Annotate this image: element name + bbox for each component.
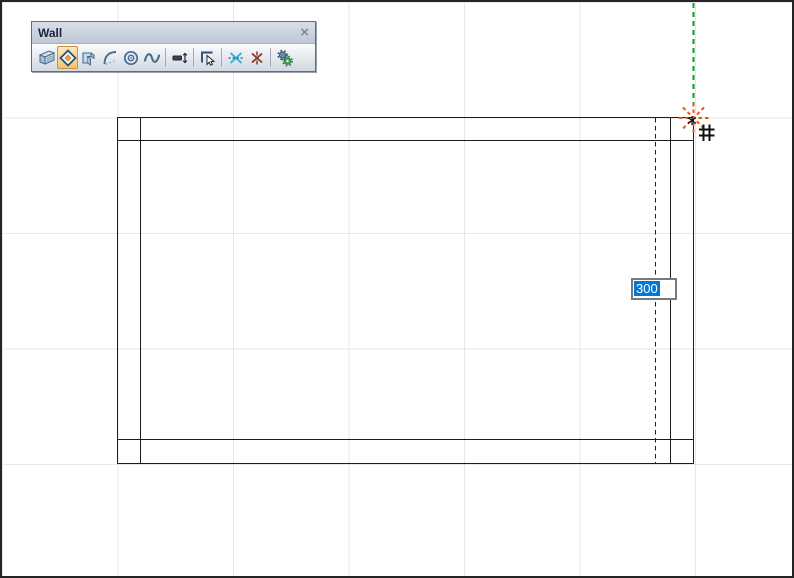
toolbar-separator	[221, 48, 222, 67]
reference-line-button[interactable]	[197, 46, 218, 69]
corner-wall-icon	[81, 51, 94, 66]
snap-intersection-icon	[228, 51, 243, 64]
spline-wall-icon	[143, 52, 160, 63]
length-input-selected-text: 300	[634, 281, 660, 296]
length-input[interactable]: 300	[631, 278, 677, 300]
curved-wall-button[interactable]	[99, 46, 120, 69]
gear-icon	[276, 49, 293, 66]
corner-wall-button[interactable]	[78, 46, 99, 69]
wall-toolbar-titlebar[interactable]: Wall ×	[32, 22, 315, 44]
break-intersection-button[interactable]	[246, 46, 267, 69]
straight-wall-button[interactable]	[36, 46, 57, 69]
circular-wall-button[interactable]	[120, 46, 141, 69]
reference-line-icon	[200, 51, 215, 66]
snap-intersection-button[interactable]	[225, 46, 246, 69]
drawing-canvas[interactable]: 300 Wall ×	[0, 0, 794, 578]
break-intersection-icon	[250, 51, 263, 64]
wall-width-icon	[172, 52, 187, 63]
toolbar-separator	[165, 48, 166, 67]
close-icon[interactable]: ×	[300, 25, 309, 40]
wall-settings-button[interactable]	[274, 46, 295, 69]
toolbar-title: Wall	[38, 25, 63, 40]
curved-wall-icon	[103, 50, 116, 65]
wall-width-button[interactable]	[169, 46, 190, 69]
toolbar-separator	[270, 48, 271, 67]
wall-toolbar-buttons	[32, 44, 315, 71]
circular-wall-icon	[123, 50, 138, 65]
straight-wall-icon	[38, 49, 55, 65]
rectangular-wall-icon	[58, 48, 77, 67]
wall-toolbar[interactable]: Wall ×	[31, 21, 316, 72]
rectangular-wall-button[interactable]	[57, 46, 78, 69]
wall-outline[interactable]	[116, 116, 695, 465]
spline-wall-button[interactable]	[141, 46, 162, 69]
toolbar-separator	[193, 48, 194, 67]
